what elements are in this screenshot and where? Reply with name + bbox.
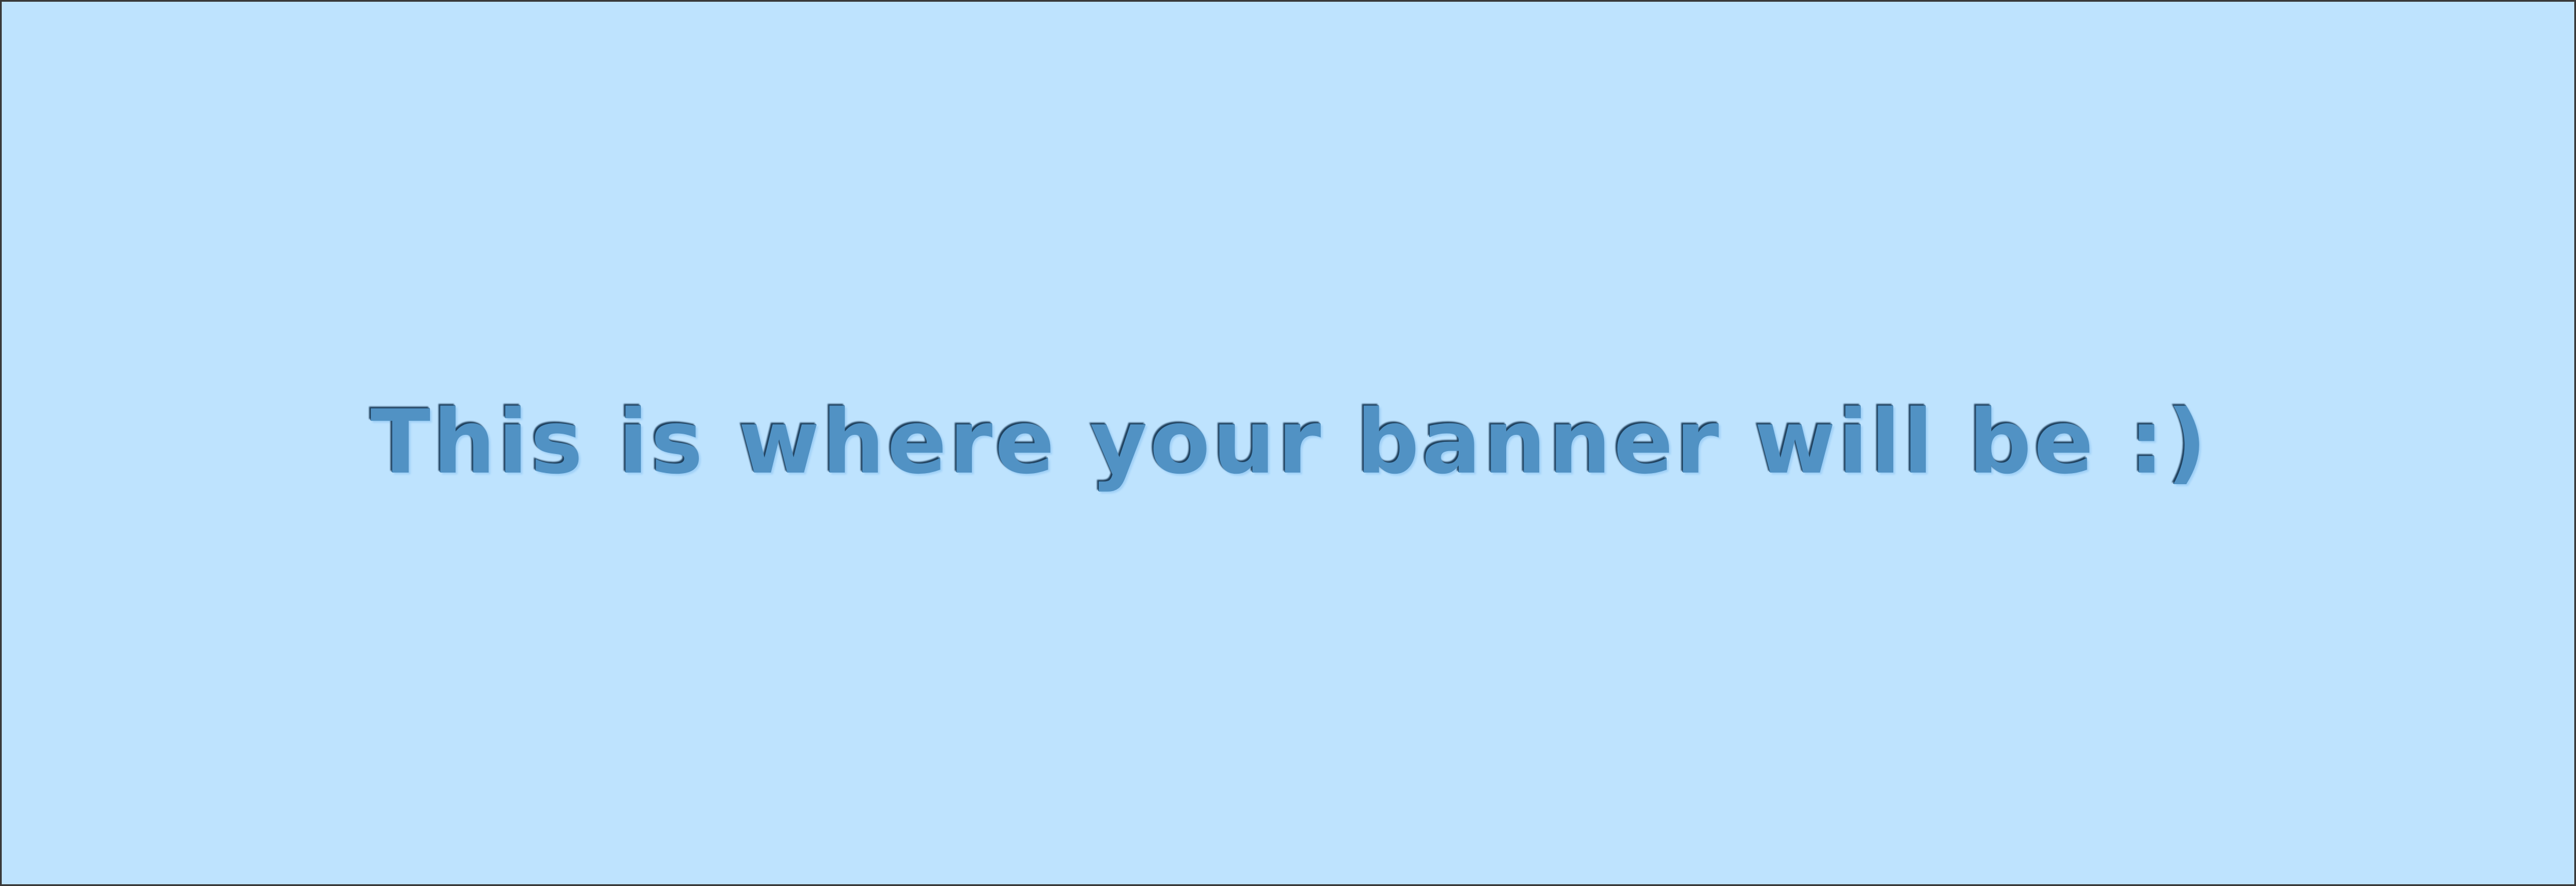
banner-placeholder-text: This is where your banner will be :) <box>370 391 2209 493</box>
banner-placeholder: This is where your banner will be :) <box>0 0 2576 886</box>
